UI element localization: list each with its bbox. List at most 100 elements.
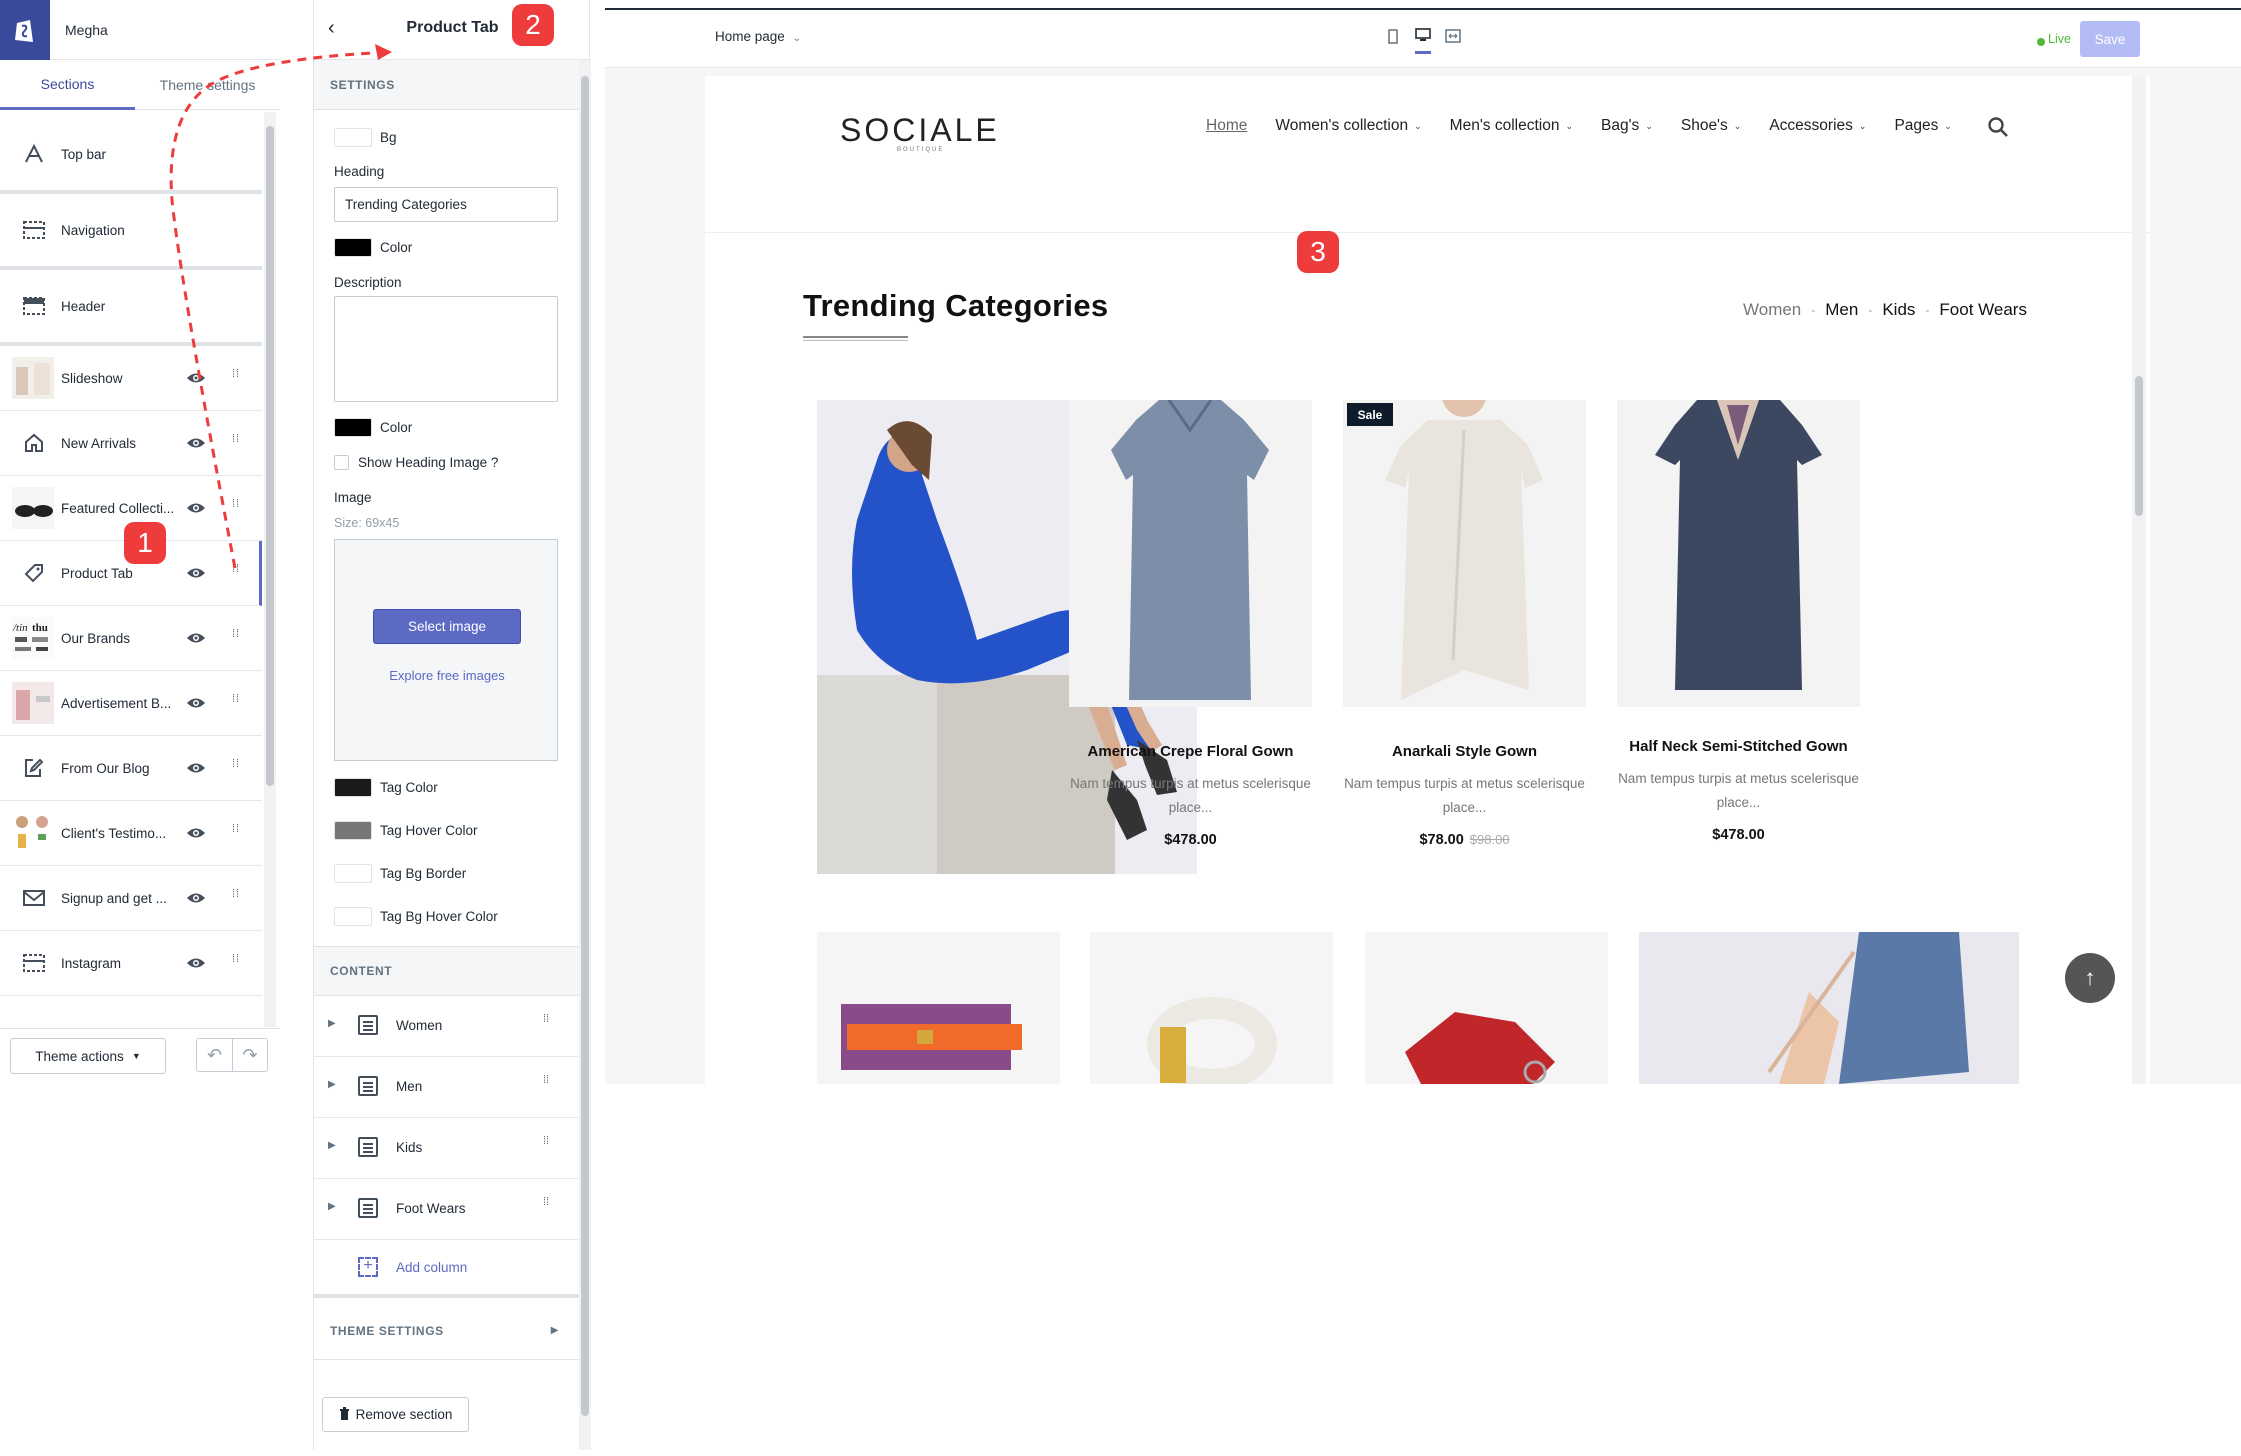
product-image[interactable] xyxy=(1365,932,1608,1084)
scroll-to-top-button[interactable]: ↑ xyxy=(2065,953,2115,1003)
block-row-women[interactable]: ▶ Women ⁞⁞ xyxy=(314,996,579,1057)
nav-accessories[interactable]: Accessories ⌄ xyxy=(1769,117,1866,135)
nav-mens-collection[interactable]: Men's collection ⌄ xyxy=(1450,117,1573,135)
tag-hover-color-swatch[interactable] xyxy=(334,821,372,840)
eye-icon[interactable] xyxy=(186,696,206,710)
product-image[interactable] xyxy=(817,932,1060,1084)
explore-free-images-link[interactable]: Explore free images xyxy=(335,668,559,683)
product-image[interactable] xyxy=(1069,399,1312,707)
tab-sections[interactable]: Sections xyxy=(0,60,135,110)
block-row-kids[interactable]: ▶ Kids ⁞⁞ xyxy=(314,1118,579,1179)
eye-icon[interactable] xyxy=(186,631,206,645)
heading-input[interactable] xyxy=(334,187,558,222)
caret-right-icon[interactable]: ▶ xyxy=(328,1140,336,1151)
fullscreen-view-icon[interactable] xyxy=(1445,28,1461,44)
product-card[interactable]: Half Neck Semi-Stitched Gown Nam tempus … xyxy=(1617,400,1860,843)
block-row-men[interactable]: ▶ Men ⁞⁞ xyxy=(314,1057,579,1118)
section-item-slideshow[interactable]: Slideshow ⁞⁞ xyxy=(0,346,262,411)
remove-section-button[interactable]: Remove section xyxy=(322,1397,469,1432)
nav-pages[interactable]: Pages ⌄ xyxy=(1894,117,1952,135)
drag-handle-icon[interactable]: ⁞⁞ xyxy=(232,954,240,970)
eye-icon[interactable] xyxy=(186,371,206,385)
save-button[interactable]: Save xyxy=(2080,21,2140,57)
product-image[interactable]: Sale xyxy=(1343,373,1586,707)
drag-handle-icon[interactable]: ⁞⁞ xyxy=(232,889,240,905)
caret-right-icon[interactable]: ▶ xyxy=(328,1201,336,1212)
drag-handle-icon[interactable]: ⁞⁞ xyxy=(232,824,240,840)
nav-bags[interactable]: Bag's ⌄ xyxy=(1601,117,1653,135)
drag-handle-icon[interactable]: ⁞⁞ xyxy=(232,629,240,645)
section-item-advertisement[interactable]: Advertisement B... ⁞⁞ xyxy=(0,671,262,736)
eye-icon[interactable] xyxy=(186,826,206,840)
preview-scrollbar[interactable] xyxy=(2132,76,2146,1084)
tag-bg-hover-color-swatch[interactable] xyxy=(334,907,372,926)
product-name[interactable]: Anarkali Style Gown xyxy=(1343,742,1586,762)
drag-handle-icon[interactable]: ⁞⁞ xyxy=(232,369,240,385)
drag-handle-icon[interactable]: ⁞⁞ xyxy=(232,759,240,775)
description-color-swatch[interactable] xyxy=(334,418,372,437)
drag-handle-icon[interactable]: ⁞⁞ xyxy=(543,1136,549,1147)
page-selector[interactable]: Home page ⌄ xyxy=(715,29,801,44)
product-card[interactable]: Sale Anarkali Style Gown Nam tempus turp… xyxy=(1343,373,1586,848)
storefront-logo[interactable]: SOCIALE xyxy=(840,112,1000,149)
caret-right-icon[interactable]: ▶ xyxy=(328,1079,336,1090)
add-column-button[interactable]: + Add column xyxy=(314,1240,579,1298)
block-row-foot-wears[interactable]: ▶ Foot Wears ⁞⁞ xyxy=(314,1179,579,1240)
drag-handle-icon[interactable]: ⁞⁞ xyxy=(232,499,240,515)
mobile-view-icon[interactable] xyxy=(1385,28,1401,44)
tag-color-swatch[interactable] xyxy=(334,778,372,797)
tab-theme-settings[interactable]: Theme settings xyxy=(135,60,280,110)
undo-icon[interactable]: ↶ xyxy=(197,1039,232,1071)
theme-actions-button[interactable]: Theme actions ▼ xyxy=(10,1038,166,1074)
section-item-testimonials[interactable]: Client's Testimo... ⁞⁞ xyxy=(0,801,262,866)
theme-settings-row[interactable]: THEME SETTINGS ▶ xyxy=(314,1302,579,1360)
nav-home[interactable]: Home xyxy=(1206,117,1247,135)
tab-women[interactable]: Women xyxy=(1743,300,1801,320)
bg-color-swatch[interactable] xyxy=(334,128,372,147)
drag-handle-icon[interactable]: ⁞⁞ xyxy=(232,694,240,710)
product-image[interactable] xyxy=(1639,932,2019,1084)
nav-shoes[interactable]: Shoe's ⌄ xyxy=(1681,117,1741,135)
redo-icon[interactable]: ↷ xyxy=(231,1039,267,1071)
caret-right-icon[interactable]: ▶ xyxy=(328,1018,336,1029)
product-name[interactable]: American Crepe Floral Gown xyxy=(1069,742,1312,762)
drag-handle-icon[interactable]: ⁞⁞ xyxy=(543,1014,549,1025)
sidebar-scrollbar[interactable] xyxy=(264,112,276,1027)
product-image[interactable] xyxy=(1617,400,1860,707)
eye-icon[interactable] xyxy=(186,436,206,450)
section-item-top-bar[interactable]: Top bar xyxy=(0,118,262,194)
eye-icon[interactable] xyxy=(186,891,206,905)
drag-handle-icon[interactable]: ⁞⁞ xyxy=(232,564,240,580)
shopify-logo-icon[interactable] xyxy=(0,0,50,60)
tab-men[interactable]: Men xyxy=(1825,300,1858,320)
drag-handle-icon[interactable]: ⁞⁞ xyxy=(232,434,240,450)
drag-handle-icon[interactable]: ⁞⁞ xyxy=(543,1197,549,1208)
description-textarea[interactable] xyxy=(334,296,558,402)
scrollbar-thumb[interactable] xyxy=(2135,376,2143,516)
section-item-our-brands[interactable]: /tin thu Our Brands ⁞⁞ xyxy=(0,606,262,671)
desktop-view-icon[interactable] xyxy=(1415,28,1431,54)
scrollbar-thumb[interactable] xyxy=(266,126,274,786)
section-item-new-arrivals[interactable]: New Arrivals ⁞⁞ xyxy=(0,411,262,476)
eye-icon[interactable] xyxy=(186,761,206,775)
eye-icon[interactable] xyxy=(186,956,206,970)
nav-womens-collection[interactable]: Women's collection ⌄ xyxy=(1275,117,1421,135)
eye-icon[interactable] xyxy=(186,566,206,580)
show-heading-image-checkbox[interactable] xyxy=(334,455,349,470)
section-item-signup[interactable]: Signup and get ... ⁞⁞ xyxy=(0,866,262,931)
scrollbar-thumb[interactable] xyxy=(581,76,589,1416)
section-item-navigation[interactable]: Navigation xyxy=(0,194,262,270)
product-name[interactable]: Half Neck Semi-Stitched Gown xyxy=(1617,737,1860,757)
tab-kids[interactable]: Kids xyxy=(1882,300,1915,320)
tag-bg-border-swatch[interactable] xyxy=(334,864,372,883)
heading-color-swatch[interactable] xyxy=(334,238,372,257)
drag-handle-icon[interactable]: ⁞⁞ xyxy=(543,1075,549,1086)
eye-icon[interactable] xyxy=(186,501,206,515)
product-image[interactable] xyxy=(1090,932,1333,1084)
section-item-instagram[interactable]: Instagram ⁞⁞ xyxy=(0,931,262,996)
product-card[interactable]: American Crepe Floral Gown Nam tempus tu… xyxy=(1069,399,1312,848)
section-item-from-our-blog[interactable]: From Our Blog ⁞⁞ xyxy=(0,736,262,801)
tab-foot-wears[interactable]: Foot Wears xyxy=(1939,300,2027,320)
settings-scrollbar[interactable] xyxy=(579,60,591,1450)
section-item-header[interactable]: Header xyxy=(0,270,262,346)
